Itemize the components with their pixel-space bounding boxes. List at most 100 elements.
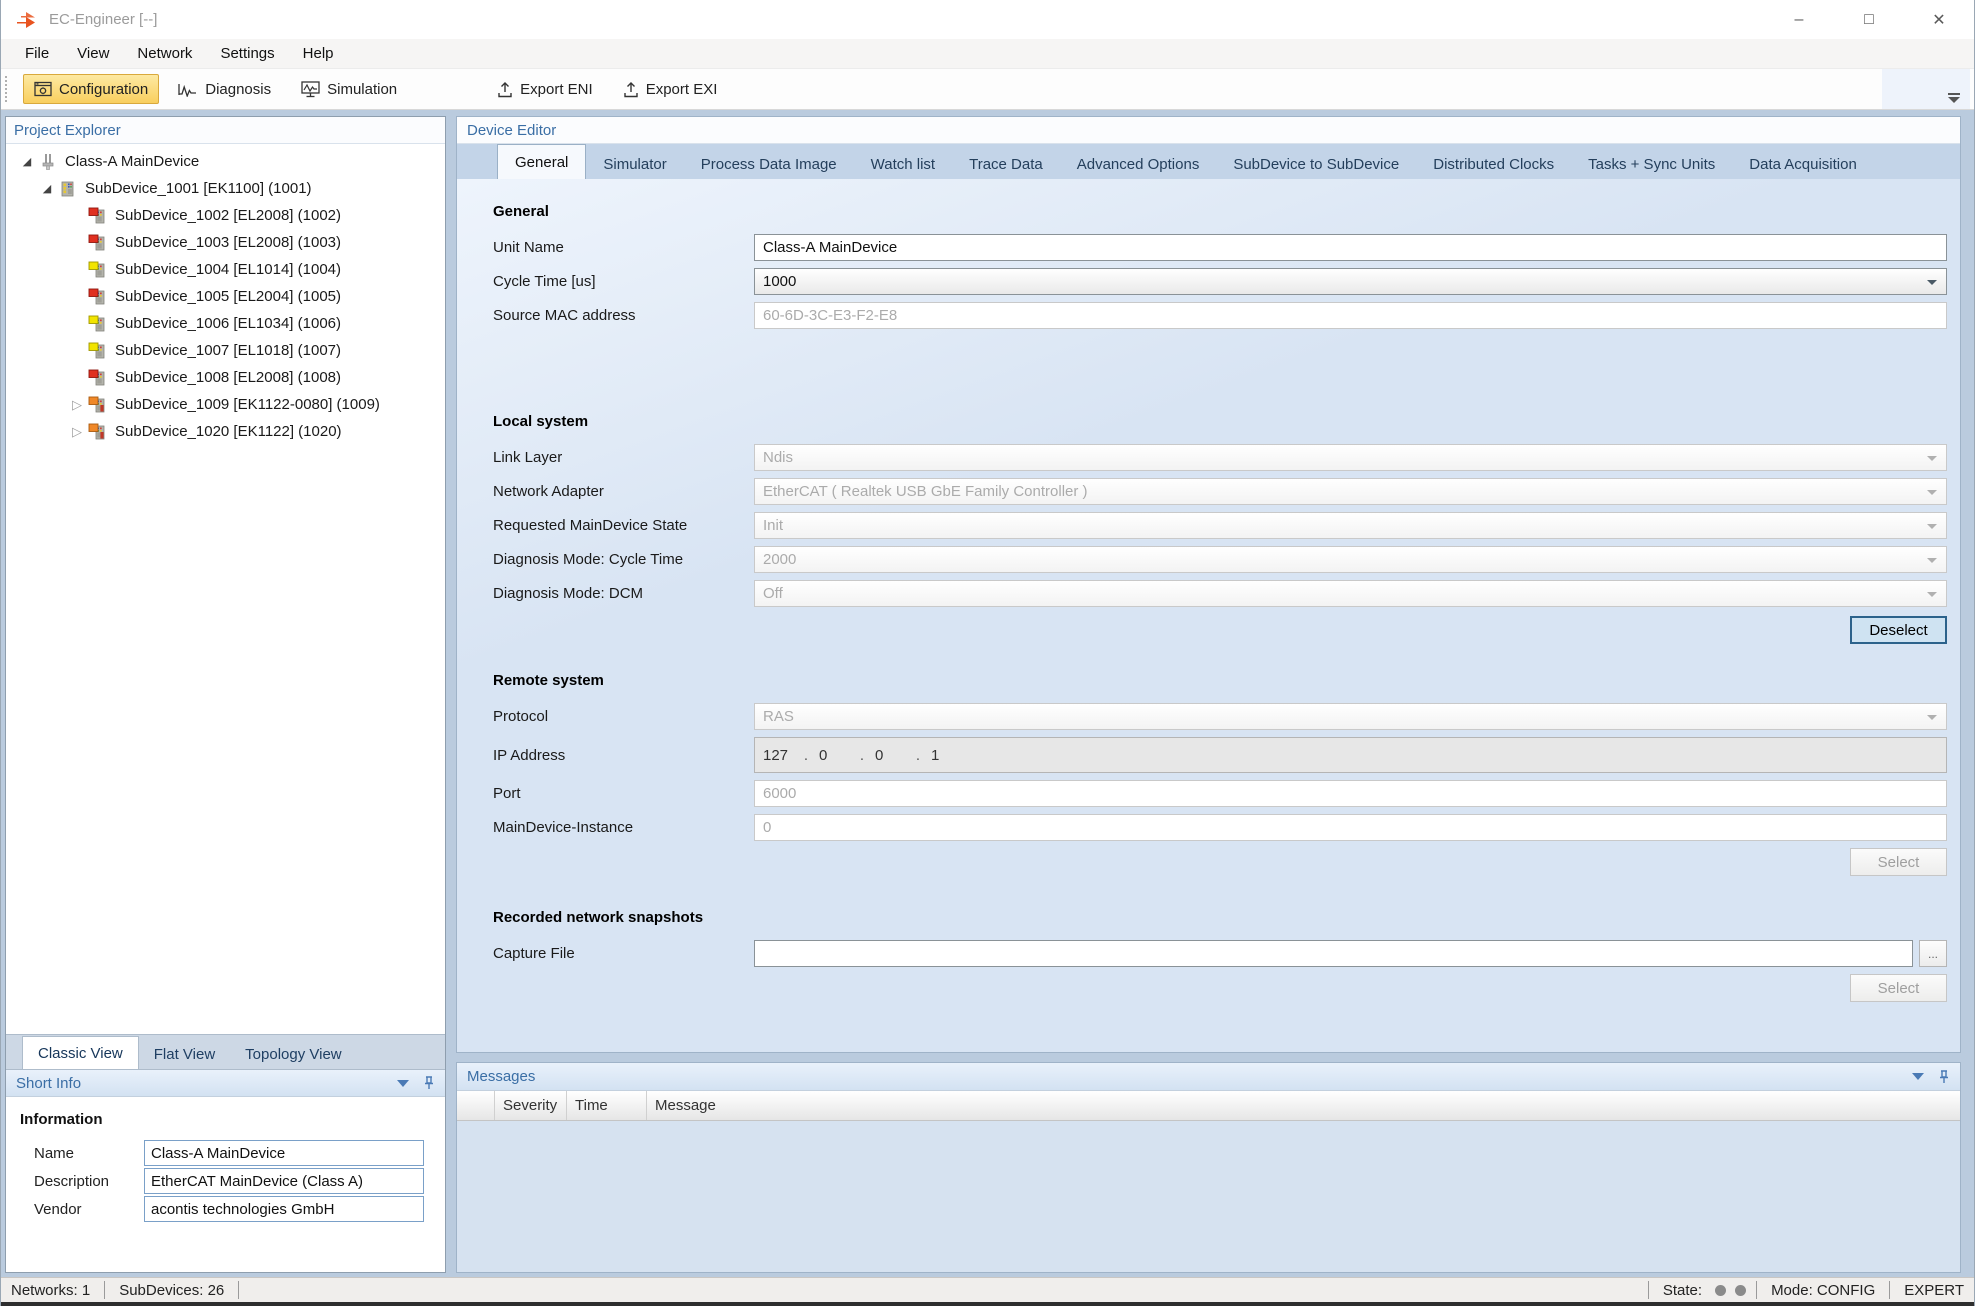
tab-data-acquisition[interactable]: Data Acquisition — [1732, 150, 1874, 179]
capture-file-input[interactable] — [754, 940, 1913, 967]
short-info-header[interactable]: Short Info — [6, 1069, 445, 1097]
ip-address-input: 127.0.0.1 — [754, 737, 1947, 773]
tree-item-label: SubDevice_1002 [EL2008] (1002) — [115, 207, 341, 224]
deselect-button[interactable]: Deselect — [1850, 616, 1947, 644]
form-row-network-adapter: Network AdapterEtherCAT ( Realtek USB Gb… — [493, 478, 1947, 505]
tree-item-subdevice-1006-el1034-1006[interactable]: SubDevice_1006 [EL1034] (1006) — [6, 310, 445, 337]
unit-name-input[interactable]: Class-A MainDevice — [754, 234, 1947, 261]
pin-icon[interactable] — [423, 1076, 435, 1090]
field-label-port: Port — [493, 785, 754, 802]
menu-item-network[interactable]: Network — [123, 39, 206, 68]
name-value-field[interactable]: Class-A MainDevice — [144, 1140, 424, 1166]
column-header-blank[interactable] — [457, 1091, 495, 1120]
info-row-description: DescriptionEtherCAT MainDevice (Class A) — [20, 1168, 445, 1194]
expander-expanded-icon[interactable]: ◢ — [36, 182, 58, 195]
tree-item-label: SubDevice_1020 [EK1122] (1020) — [115, 423, 342, 440]
select-button: Select — [1850, 974, 1947, 1002]
chevron-down-icon[interactable] — [397, 1080, 409, 1087]
toolbar-grip[interactable] — [5, 76, 15, 102]
tab-process-data-image[interactable]: Process Data Image — [684, 150, 854, 179]
yellow-device-icon — [88, 261, 108, 279]
yellow-device-icon — [88, 315, 108, 333]
tree-item-subdevice-1002-el2008-1002[interactable]: SubDevice_1002 [EL2008] (1002) — [6, 202, 445, 229]
status-expert: EXPERT — [1900, 1282, 1968, 1299]
chevron-down-icon[interactable] — [1912, 1073, 1924, 1080]
cycle-time-us-dropdown[interactable]: 1000 — [754, 268, 1947, 295]
expander-expanded-icon[interactable]: ◢ — [16, 155, 38, 168]
red-device-icon — [88, 207, 108, 225]
window-title: EC-Engineer [--] — [49, 11, 157, 28]
dropdown-value: EtherCAT ( Realtek USB GbE Family Contro… — [763, 483, 1088, 500]
browse-button[interactable]: ... — [1919, 940, 1947, 967]
menu-item-settings[interactable]: Settings — [206, 39, 288, 68]
toolbar-overflow-button[interactable] — [1882, 69, 1970, 109]
column-header-severity[interactable]: Severity — [495, 1091, 567, 1120]
tree-item-subdevice-1005-el2004-1005[interactable]: SubDevice_1005 [EL2004] (1005) — [6, 283, 445, 310]
column-header-message[interactable]: Message — [647, 1091, 1960, 1120]
view-tab-topology-view[interactable]: Topology View — [230, 1040, 356, 1069]
tree-item-label: SubDevice_1006 [EL1034] (1006) — [115, 315, 341, 332]
expander-collapsed-icon[interactable]: ▷ — [66, 424, 88, 440]
select-button: Select — [1850, 848, 1947, 876]
tab-advanced-options[interactable]: Advanced Options — [1060, 150, 1217, 179]
menu-item-view[interactable]: View — [63, 39, 123, 68]
tab-tasks-sync-units[interactable]: Tasks + Sync Units — [1571, 150, 1732, 179]
tree-item-class-a-maindevice[interactable]: ◢Class-A MainDevice — [6, 148, 445, 175]
column-header-time[interactable]: Time — [567, 1091, 647, 1120]
tree-item-subdevice-1004-el1014-1004[interactable]: SubDevice_1004 [EL1014] (1004) — [6, 256, 445, 283]
configuration-button[interactable]: Configuration — [23, 74, 159, 104]
dropdown-arrow-icon — [1927, 524, 1937, 529]
simulation-button[interactable]: Simulation — [290, 74, 408, 104]
tree-item-subdevice-1008-el2008-1008[interactable]: SubDevice_1008 [EL2008] (1008) — [6, 364, 445, 391]
tree-item-label: SubDevice_1005 [EL2004] (1005) — [115, 288, 341, 305]
tab-subdevice-to-subdevice[interactable]: SubDevice to SubDevice — [1216, 150, 1416, 179]
tree-item-subdevice-1003-el2008-1003[interactable]: SubDevice_1003 [EL2008] (1003) — [6, 229, 445, 256]
diagnosis-button[interactable]: Diagnosis — [167, 74, 282, 104]
menu-item-file[interactable]: File — [11, 39, 63, 68]
field-label-link-layer: Link Layer — [493, 449, 754, 466]
tab-watch-list[interactable]: Watch list — [854, 150, 952, 179]
status-subdevices: SubDevices: 26 — [115, 1282, 228, 1299]
messages-header[interactable]: Messages — [457, 1063, 1960, 1091]
tree-item-subdevice-1007-el1018-1007[interactable]: SubDevice_1007 [EL1018] (1007) — [6, 337, 445, 364]
menu-item-help[interactable]: Help — [289, 39, 348, 68]
form-row-protocol: ProtocolRAS — [493, 703, 1947, 730]
view-tab-classic-view[interactable]: Classic View — [22, 1036, 139, 1069]
vendor-value-field[interactable]: acontis technologies GmbH — [144, 1196, 424, 1222]
tree-item-subdevice-1001-ek1100-1001[interactable]: ◢SubDevice_1001 [EK1100] (1001) — [6, 175, 445, 202]
description-value-field[interactable]: EtherCAT MainDevice (Class A) — [144, 1168, 424, 1194]
tree-item-subdevice-1020-ek1122-1020[interactable]: ▷ SubDevice_1020 [EK1122] (1020) — [6, 418, 445, 445]
menu-bar: FileViewNetworkSettingsHelp — [1, 39, 1974, 69]
view-tabs-bar: Classic ViewFlat ViewTopology View — [6, 1034, 445, 1069]
view-tab-flat-view[interactable]: Flat View — [139, 1040, 230, 1069]
expander-collapsed-icon[interactable]: ▷ — [66, 397, 88, 413]
ip-separator: . — [849, 747, 875, 764]
tab-distributed-clocks[interactable]: Distributed Clocks — [1416, 150, 1571, 179]
pin-icon[interactable] — [1938, 1070, 1950, 1084]
orange-device-icon — [88, 396, 108, 414]
messages-list — [457, 1121, 1960, 1272]
tab-general[interactable]: General — [497, 144, 586, 179]
export-eni-button[interactable]: Export ENI — [486, 74, 604, 104]
port-input: 6000 — [754, 780, 1947, 807]
minimize-button[interactable]: – — [1764, 0, 1834, 39]
tab-simulator[interactable]: Simulator — [586, 150, 683, 179]
ip-segment: 127 — [763, 747, 793, 764]
link-layer-dropdown: Ndis — [754, 444, 1947, 471]
project-tree: ◢Class-A MainDevice◢SubDevice_1001 [EK11… — [6, 144, 445, 1034]
form-row-link-layer: Link Layer Ndis — [493, 444, 1947, 471]
form-row-diagnosis-mode-dcm: Diagnosis Mode: DCMOff — [493, 580, 1947, 607]
close-button[interactable]: ✕ — [1904, 0, 1974, 39]
dropdown-value: Ndis — [763, 449, 793, 466]
export-eni-label: Export ENI — [520, 81, 593, 98]
right-column: Device Editor GeneralSimulatorProcess Da… — [456, 116, 1961, 1273]
maximize-button[interactable]: □ — [1834, 0, 1904, 39]
info-row-vendor: Vendoracontis technologies GmbH — [20, 1196, 445, 1222]
tree-item-subdevice-1009-ek1122-0080-1009[interactable]: ▷SubDevice_1009 [EK1122-0080] (1009) — [6, 391, 445, 418]
coupler-device-icon — [58, 180, 78, 198]
form-row-requested-maindevice-state: Requested MainDevice StateInit — [493, 512, 1947, 539]
export-exi-button[interactable]: Export EXI — [612, 74, 729, 104]
info-label-description: Description — [20, 1173, 144, 1190]
configuration-label: Configuration — [59, 81, 148, 98]
tab-trace-data[interactable]: Trace Data — [952, 150, 1060, 179]
